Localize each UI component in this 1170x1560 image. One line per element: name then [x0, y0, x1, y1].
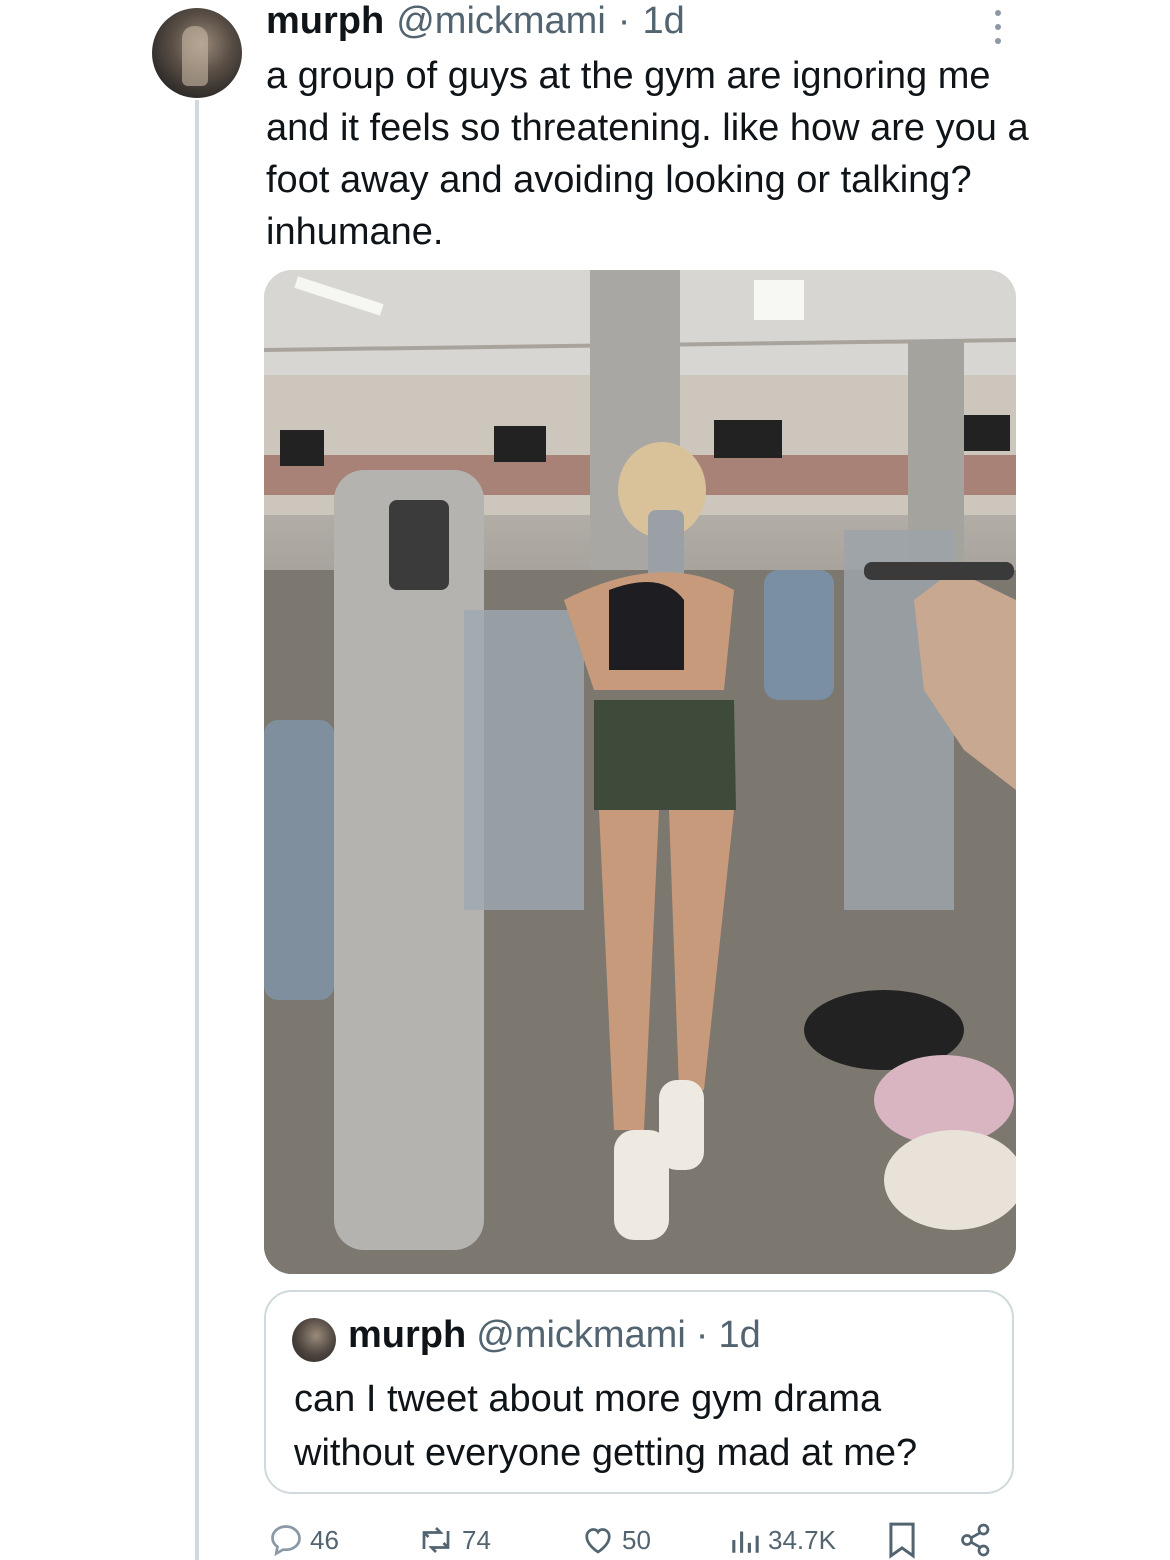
quoted-handle: @mickmami: [476, 1314, 686, 1356]
tweet-text: a group of guys at the gym are ignoring …: [266, 55, 1029, 253]
like-button[interactable]: 50: [580, 1520, 651, 1560]
separator: ·: [617, 0, 631, 42]
repost-icon: [422, 1527, 450, 1553]
repost-button[interactable]: 74: [416, 1520, 491, 1560]
quoted-tweet[interactable]: murph @mickmami · 1d can I tweet about m…: [264, 1290, 1014, 1494]
bookmark-icon: [889, 1522, 915, 1559]
quoted-tweet-header: murph @mickmami · 1d: [348, 1314, 761, 1357]
heart-icon: [585, 1528, 611, 1554]
view-count: 34.7K: [768, 1524, 836, 1555]
reply-button[interactable]: 46: [268, 1520, 339, 1560]
like-count: 50: [622, 1524, 651, 1555]
quoted-display-name: murph: [348, 1314, 467, 1356]
action-bar: 46 74 50 34.7K: [268, 1520, 1008, 1560]
share-icon: [961, 1523, 990, 1557]
views-chart-icon: [732, 1531, 759, 1553]
quoted-avatar[interactable]: [292, 1318, 336, 1362]
tweet-photo[interactable]: [264, 270, 1016, 1274]
quoted-tweet-text: can I tweet about more gym drama without…: [294, 1378, 918, 1474]
gym-mirror-selfie-image: [264, 270, 1016, 1274]
avatar[interactable]: [152, 8, 242, 98]
share-button[interactable]: [958, 1520, 994, 1560]
views-button[interactable]: 34.7K: [728, 1520, 836, 1560]
tweet-header: murph @mickmami · 1d: [266, 0, 685, 44]
quoted-timestamp: 1d: [718, 1314, 761, 1356]
display-name[interactable]: murph: [266, 0, 384, 43]
handle[interactable]: @mickmami: [396, 0, 606, 43]
repost-count: 74: [462, 1524, 491, 1555]
thread-line: [195, 100, 199, 1560]
reply-icon: [271, 1525, 301, 1557]
bookmark-button[interactable]: [886, 1520, 918, 1560]
more-icon[interactable]: [988, 10, 1008, 44]
reply-count: 46: [310, 1524, 339, 1555]
quoted-separator: ·: [695, 1314, 709, 1356]
timestamp[interactable]: 1d: [642, 0, 684, 43]
